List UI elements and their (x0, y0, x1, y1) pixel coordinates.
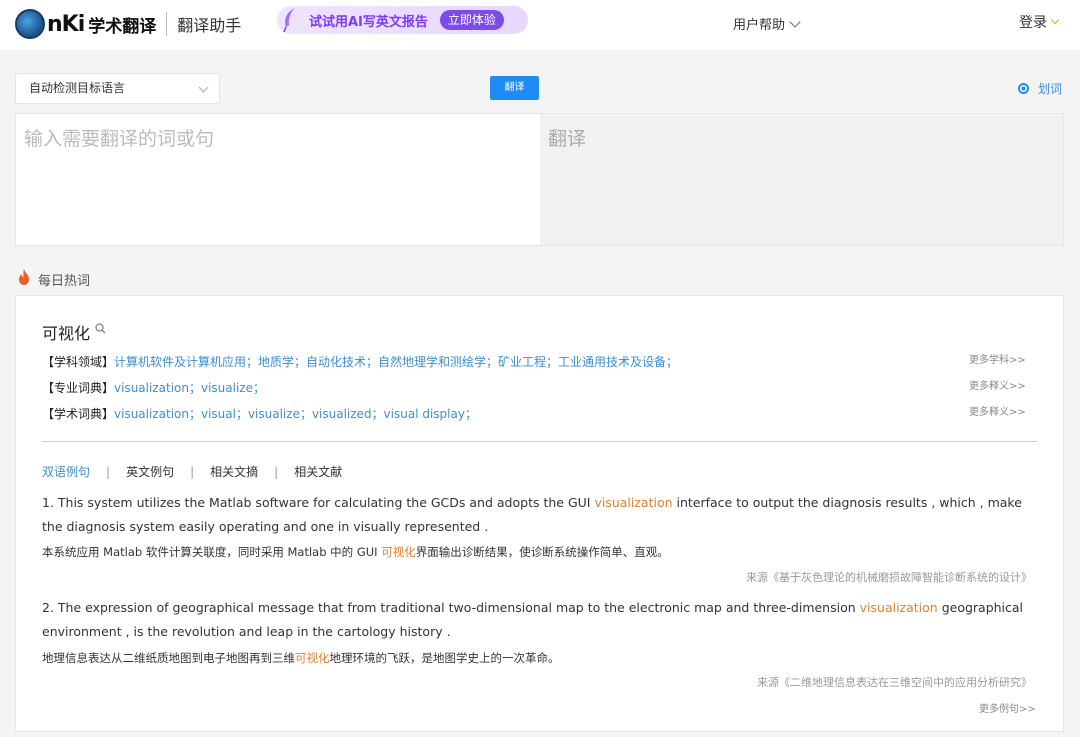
academic-dict-row: 【学术词典】 visualization；visual；visualize；vi… (42, 405, 477, 422)
chevron-down-icon (789, 15, 801, 28)
login-label: 登录 (1019, 15, 1047, 31)
example-zh-2: 地理信息表达从二维纸质地图到电子地图再到三维可视化地理环境的飞跃，是地图学史上的… (42, 650, 560, 666)
more-definitions-link[interactable]: 更多释义>> (969, 403, 1026, 418)
example-en-1: 1. This system utilizes the Matlab softw… (42, 491, 1040, 539)
hot-word: 可视化 (42, 320, 106, 344)
chevron-down-icon (1050, 15, 1060, 25)
tab-bilingual-examples[interactable]: 双语例句 (42, 463, 90, 480)
tab-related-literature[interactable]: 相关文献 (294, 463, 342, 480)
row-label: 【学科领域】 (42, 355, 115, 369)
logo-title: 学术翻译 (88, 16, 157, 37)
tab-related-abstracts[interactable]: 相关文摘 (210, 463, 258, 480)
flame-icon (17, 269, 31, 289)
source-text-input[interactable] (16, 114, 540, 245)
example-source-2[interactable]: 来源《二维地理信息表达在三维空间中的应用分析研究》 (757, 674, 1032, 690)
subject-field-row: 【学科领域】 计算机软件及计算机应用；地质学；自动化技术；自然地理学和测绘学；矿… (42, 353, 678, 370)
example-text: 1. This system utilizes the Matlab softw… (42, 495, 595, 510)
search-icon[interactable] (95, 319, 106, 338)
more-subjects-link[interactable]: 更多学科>> (969, 351, 1026, 366)
example-text: 地理环境的飞跃，是地图学史上的一次革命。 (329, 651, 560, 665)
row-label: 【学术词典】 (42, 407, 115, 421)
logo-subtitle: 翻译助手 (177, 16, 242, 35)
globe-icon (15, 9, 45, 39)
professional-dict-row: 【专业词典】 visualization；visualize； (42, 379, 265, 396)
subject-field-values[interactable]: 计算机软件及计算机应用；地质学；自动化技术；自然地理学和测绘学；矿业工程；工业通… (114, 353, 678, 370)
example-source-1[interactable]: 来源《基于灰色理论的机械磨损故障智能诊断系统的设计》 (746, 569, 1032, 585)
example-highlight: 可视化 (381, 545, 416, 559)
example-zh-1: 本系统应用 Matlab 软件计算关联度，同时采用 Matlab 中的 GUI … (42, 544, 669, 560)
example-highlight: visualization (859, 600, 938, 615)
professional-dict-values[interactable]: visualization；visualize； (114, 379, 265, 396)
tab-separator: | (106, 464, 111, 479)
target-language-select[interactable]: 自动检测目标语言 (15, 73, 220, 104)
user-help-menu[interactable]: 用户帮助 (733, 14, 801, 33)
feather-pen-icon (277, 6, 303, 34)
daily-hot-words-heading: 每日热词 (17, 269, 90, 289)
more-definitions-link[interactable]: 更多释义>> (969, 377, 1026, 392)
target-language-value: 自动检测目标语言 (29, 81, 126, 95)
chevron-down-icon (198, 82, 209, 93)
section-divider (42, 441, 1037, 442)
tab-separator: | (190, 464, 195, 479)
promo-text: 试试用AI写英文报告 (309, 14, 428, 30)
cnki-logo[interactable]: nKi 学术翻译 翻译助手 (15, 5, 241, 43)
translation-output: 翻译 (540, 114, 1063, 245)
hot-word-card: 可视化 【学科领域】 计算机软件及计算机应用；地质学；自动化技术；自然地理学和测… (15, 295, 1064, 732)
example-text: 2. The expression of geographical messag… (42, 600, 860, 615)
example-highlight: visualization (594, 495, 673, 510)
top-header: nKi 学术翻译 翻译助手 试试用AI写英文报告 立即体验 用户帮助 登录 (0, 0, 1080, 50)
radio-selected-icon (1018, 83, 1029, 94)
select-word-label: 划词 (1038, 82, 1063, 96)
daily-hot-words-title: 每日热词 (38, 273, 91, 289)
login-menu[interactable]: 登录 (1019, 12, 1060, 32)
try-now-button[interactable]: 立即体验 (439, 10, 504, 30)
example-tabs: 双语例句 | 英文例句 | 相关文摘 | 相关文献 (42, 463, 342, 480)
row-label: 【专业词典】 (42, 381, 115, 395)
ai-report-promo-banner[interactable]: 试试用AI写英文报告 立即体验 (277, 6, 528, 34)
example-text: 地理信息表达从二维纸质地图到电子地图再到三维 (42, 651, 295, 665)
tab-separator: | (274, 464, 279, 479)
logo-brand-text: nKi (47, 11, 85, 37)
tab-english-examples[interactable]: 英文例句 (126, 463, 174, 480)
example-en-2: 2. The expression of geographical messag… (42, 596, 1040, 644)
more-examples-link[interactable]: 更多例句>> (979, 700, 1036, 715)
academic-dict-values[interactable]: visualization；visual；visualize；visualize… (114, 405, 477, 422)
user-help-label: 用户帮助 (733, 18, 786, 33)
example-text: 界面输出诊断结果，使诊断系统操作简单、直观。 (415, 545, 669, 559)
translation-panel: 翻译 (15, 113, 1064, 246)
example-highlight: 可视化 (295, 651, 330, 665)
logo-divider (166, 12, 168, 36)
select-word-toggle[interactable]: 划词 (1018, 80, 1062, 97)
example-text: 本系统应用 Matlab 软件计算关联度，同时采用 Matlab 中的 GUI (42, 545, 382, 559)
translate-button[interactable]: 翻译 (490, 76, 539, 100)
hot-word-text: 可视化 (42, 324, 91, 343)
